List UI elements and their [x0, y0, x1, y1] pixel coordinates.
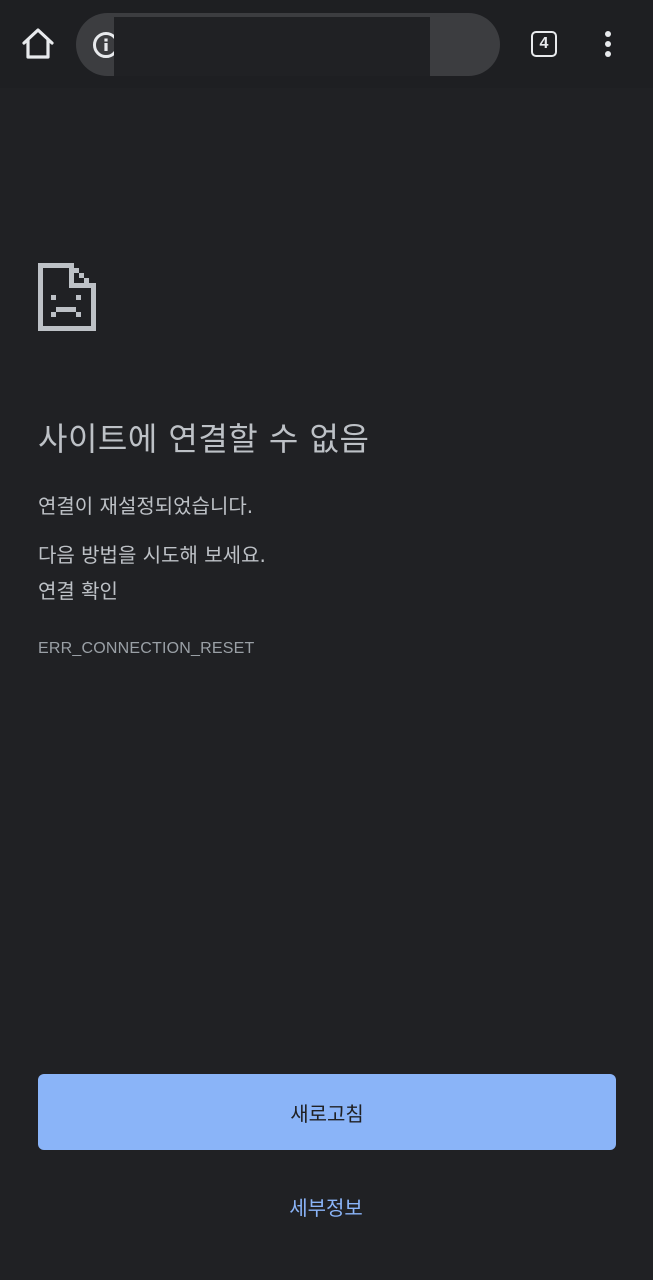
- error-title: 사이트에 연결할 수 없음: [38, 420, 370, 458]
- menu-button[interactable]: [592, 26, 624, 62]
- error-code: ERR_CONNECTION_RESET: [38, 640, 255, 657]
- browser-toolbar: 4: [0, 0, 653, 88]
- address-bar[interactable]: [76, 13, 500, 76]
- url-redacted-area: [114, 17, 430, 76]
- more-vert-icon: [605, 31, 611, 57]
- details-button[interactable]: 세부정보: [226, 1186, 426, 1226]
- suggestion-item: 연결 확인: [38, 579, 118, 603]
- sad-page-icon: [38, 263, 96, 331]
- error-description: 연결이 재설정되었습니다.: [38, 494, 254, 518]
- tab-switcher-button[interactable]: 4: [526, 26, 562, 62]
- tab-count: 4: [531, 31, 557, 57]
- reload-button[interactable]: 새로고침: [38, 1074, 616, 1150]
- suggestions-heading: 다음 방법을 시도해 보세요.: [38, 543, 266, 567]
- home-button[interactable]: [18, 24, 58, 64]
- error-page: 4 사이트에 연결할 수 없음 연결이 재설정되었습니다. 다음 방법을 시도해…: [0, 0, 653, 1280]
- home-icon: [22, 28, 54, 59]
